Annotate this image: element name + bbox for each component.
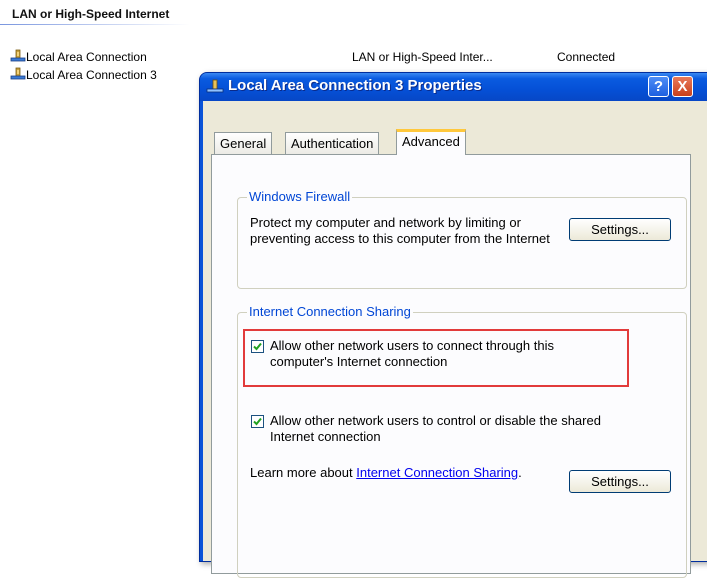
connection-row[interactable]: Local Area Connection LAN or High-Speed …: [10, 48, 707, 66]
allow-control-label[interactable]: Allow other network users to control or …: [270, 413, 630, 445]
checkmark-icon: [253, 342, 262, 351]
checkmark-icon: [253, 417, 262, 426]
tab-advanced[interactable]: Advanced: [396, 129, 466, 155]
tab-authentication[interactable]: Authentication: [285, 132, 380, 154]
network-connection-icon: [206, 79, 224, 93]
allow-control-checkbox[interactable]: [251, 415, 264, 428]
connection-status: Connected: [557, 50, 616, 64]
tab-general[interactable]: General: [214, 132, 273, 154]
network-connection-icon: [10, 67, 26, 80]
windows-firewall-group: Windows Firewall Protect my computer and…: [237, 189, 687, 289]
connection-name: Local Area Connection 3: [26, 68, 157, 82]
dialog-title: Local Area Connection 3 Properties: [228, 77, 482, 94]
group-header: LAN or High-Speed Internet: [12, 7, 170, 21]
title-bar[interactable]: Local Area Connection 3 Properties ? X: [200, 73, 707, 101]
close-button[interactable]: X: [672, 76, 693, 97]
tab-panel-advanced: Windows Firewall Protect my computer and…: [211, 154, 691, 578]
connection-type: LAN or High-Speed Inter...: [352, 50, 493, 64]
dialog-client-area: General Authentication Advanced Windows …: [203, 101, 707, 578]
learn-more-prefix: Learn more about: [250, 465, 353, 480]
allow-connect-checkbox[interactable]: [251, 340, 264, 353]
group-header-divider: [0, 24, 190, 25]
ics-settings-button[interactable]: Settings...: [569, 470, 671, 493]
help-button[interactable]: ?: [648, 76, 669, 97]
network-connection-icon: [10, 49, 26, 62]
properties-dialog: Local Area Connection 3 Properties ? X G…: [199, 72, 707, 578]
connection-name: Local Area Connection: [26, 50, 147, 64]
ics-legend: Internet Connection Sharing: [247, 304, 413, 319]
firewall-description: Protect my computer and network by limit…: [250, 215, 550, 246]
learn-more-suffix: .: [518, 465, 522, 480]
firewall-settings-button[interactable]: Settings...: [569, 218, 671, 241]
ics-group: Internet Connection Sharing Allow other …: [237, 304, 687, 578]
learn-more-text: Learn more about Internet Connection Sha…: [250, 465, 530, 481]
windows-firewall-legend: Windows Firewall: [247, 189, 353, 204]
allow-connect-label[interactable]: Allow other network users to connect thr…: [270, 338, 620, 370]
ics-help-link[interactable]: Internet Connection Sharing: [356, 465, 518, 480]
